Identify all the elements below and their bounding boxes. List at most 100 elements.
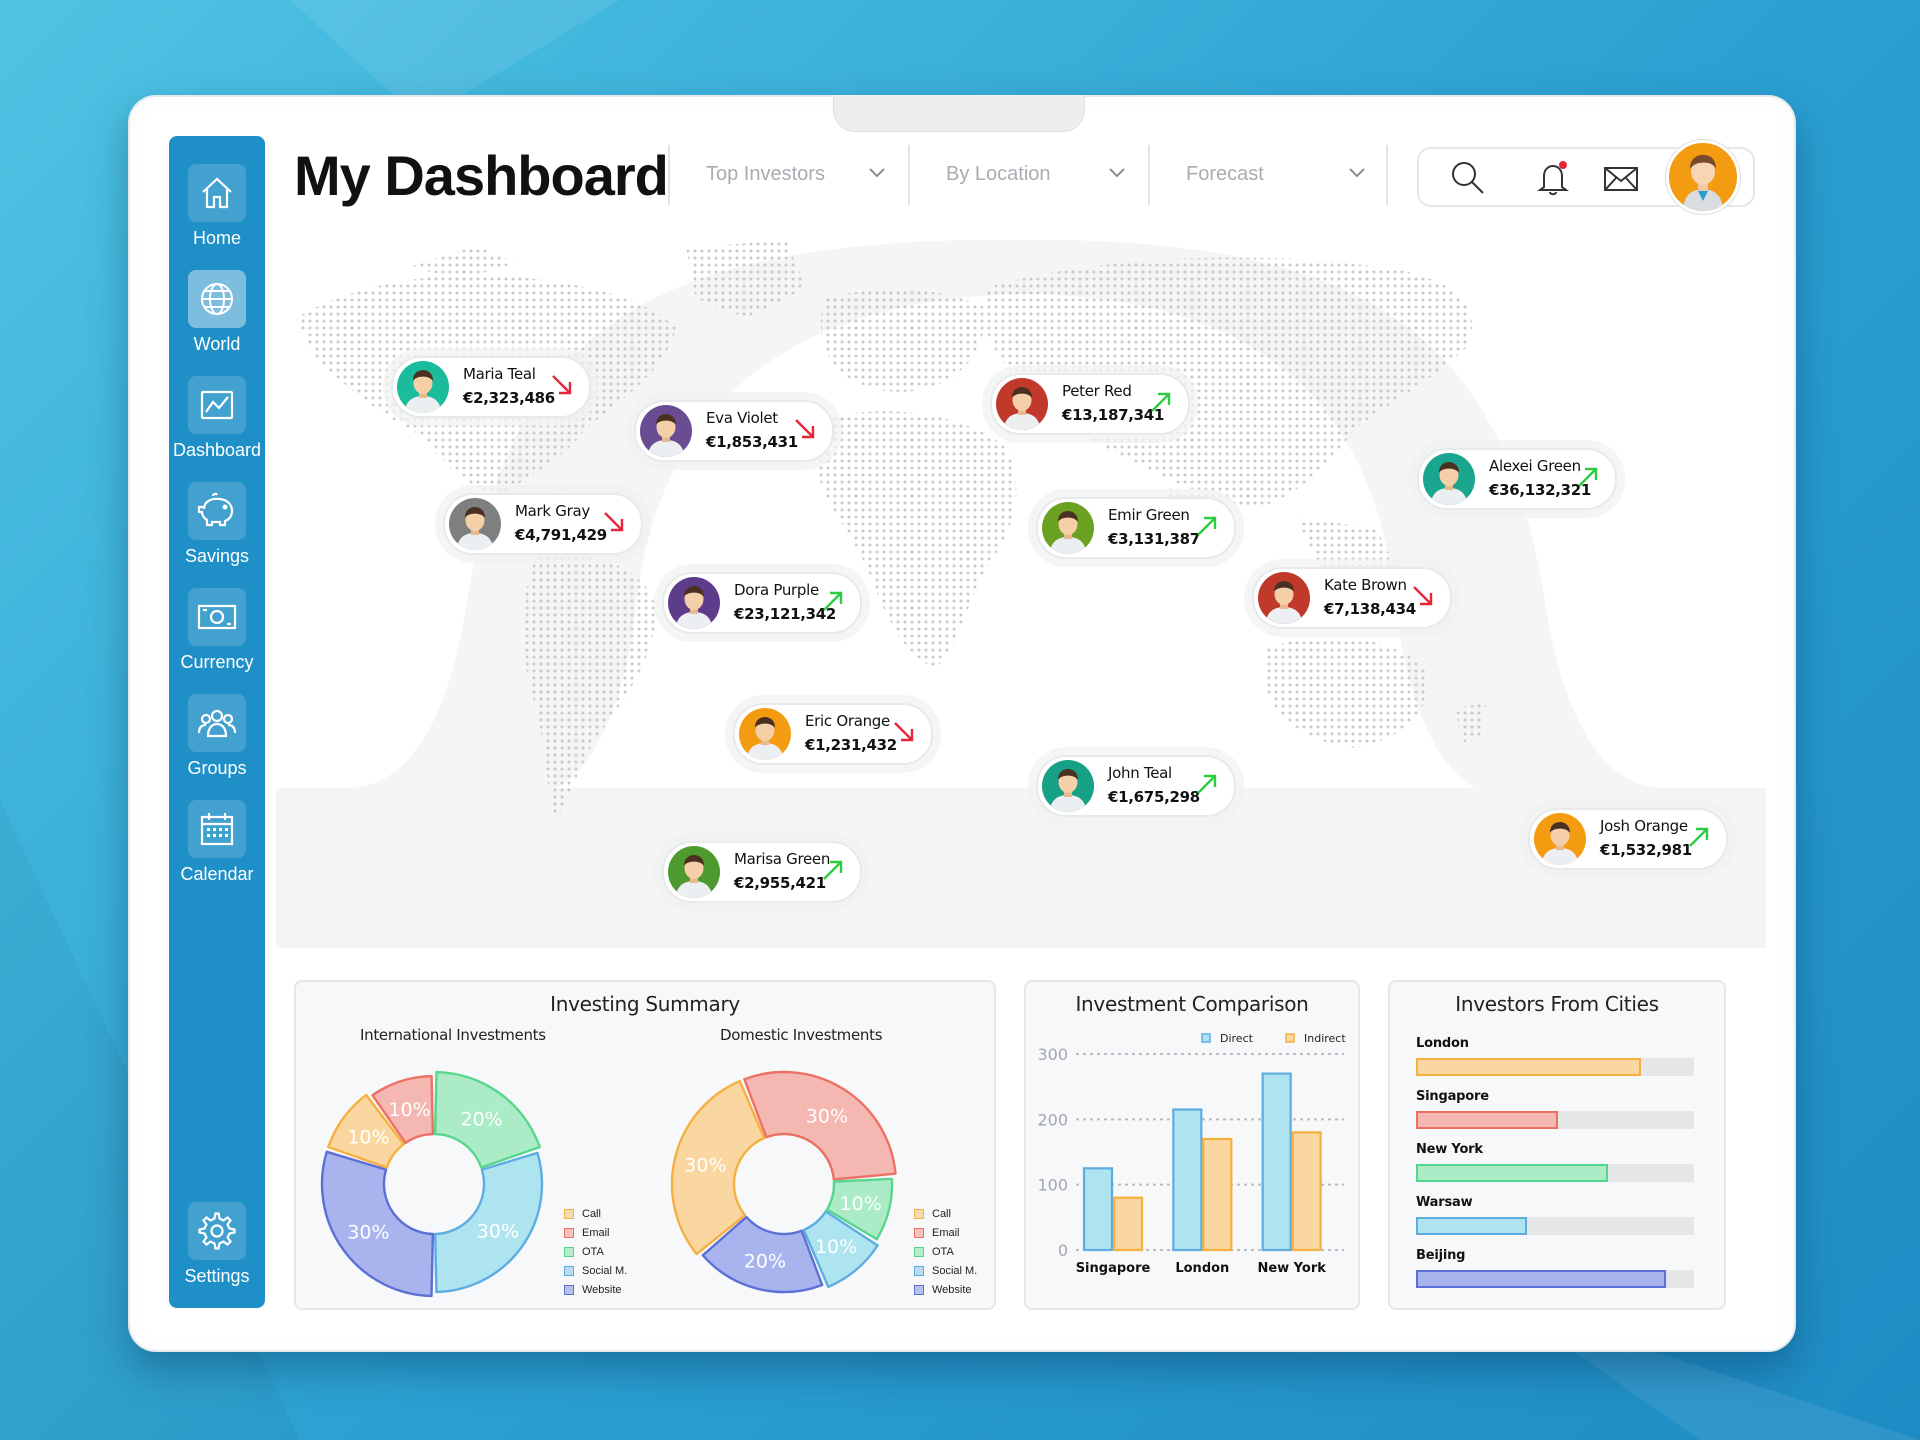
investor-avatar xyxy=(1423,453,1475,505)
nav-home[interactable]: Home xyxy=(169,164,265,249)
city-bar-fill xyxy=(1416,1111,1558,1129)
investor-card[interactable]: Kate Brown €7,138,434 xyxy=(1252,567,1452,629)
sidebar: Home World Dashboard Savings Currency Gr… xyxy=(169,136,265,1308)
nav-world-label: World xyxy=(193,334,241,354)
filter-by-location[interactable]: By Location xyxy=(908,145,1150,205)
investor-avatar xyxy=(1042,760,1094,812)
investor-avatar xyxy=(1534,813,1586,865)
bar-indirect xyxy=(1112,1196,1144,1252)
x-tick-label: London xyxy=(1175,1261,1229,1276)
investor-card[interactable]: Maria Teal €2,323,486 xyxy=(391,356,591,418)
nav-groups-label: Groups xyxy=(187,758,247,778)
globe-icon xyxy=(188,270,246,328)
gear-icon xyxy=(188,1202,246,1260)
investment-comparison-chart: 300 200 100 0 Direct Indirect Singapore London N… xyxy=(1037,1032,1346,1276)
nav-dashboard[interactable]: Dashboard xyxy=(169,376,265,461)
investor-card[interactable]: Emir Green €3,131,387 xyxy=(1036,497,1236,559)
investor-card[interactable]: Josh Orange €1,532,981 xyxy=(1528,808,1728,870)
nav-savings[interactable]: Savings xyxy=(169,482,265,567)
investor-amount: €3,131,387 xyxy=(1108,530,1200,548)
search-icon[interactable] xyxy=(1449,159,1487,197)
legend-item: Website xyxy=(564,1284,622,1296)
investor-amount: €1,532,981 xyxy=(1600,841,1692,859)
donut-slice-label: 20% xyxy=(460,1108,502,1130)
trend-up-icon xyxy=(1194,513,1220,544)
city-label: London xyxy=(1416,1036,1469,1051)
home-icon xyxy=(188,164,246,222)
bar-indirect xyxy=(1202,1137,1233,1252)
city-bar-fill xyxy=(1416,1217,1528,1235)
legend-item: Website xyxy=(914,1284,972,1296)
mail-icon[interactable] xyxy=(1601,159,1641,197)
investor-name: Eric Orange xyxy=(805,712,890,730)
filter-top-investors[interactable]: Top Investors xyxy=(668,145,910,205)
nav-currency[interactable]: Currency xyxy=(169,588,265,673)
legend-item: OTA xyxy=(564,1246,604,1258)
filter-forecast[interactable]: Forecast xyxy=(1148,145,1390,205)
trend-up-icon xyxy=(820,588,846,619)
investor-name: Marisa Green xyxy=(734,850,831,868)
legend-label: Social M. xyxy=(582,1265,628,1277)
investor-name: John Teal xyxy=(1108,764,1172,782)
legend-swatch xyxy=(914,1209,924,1220)
investor-card[interactable]: Eric Orange €1,231,432 xyxy=(733,703,933,765)
investor-card[interactable]: Eva Violet €1,853,431 xyxy=(634,400,834,462)
legend-swatch xyxy=(564,1247,574,1258)
trend-up-icon xyxy=(1686,824,1712,855)
investor-avatar xyxy=(668,846,720,898)
legend-label: Website xyxy=(582,1284,622,1296)
trend-up-icon xyxy=(820,857,846,888)
legend-swatch xyxy=(564,1209,574,1220)
nav-settings-label: Settings xyxy=(184,1266,250,1286)
city-bar-track xyxy=(1416,1164,1694,1182)
donut-slice-label: 30% xyxy=(684,1154,726,1176)
legend-swatch xyxy=(564,1285,574,1296)
investor-card[interactable]: Marisa Green €2,955,421 xyxy=(662,841,862,903)
donut-slice-label: 30% xyxy=(477,1220,519,1242)
user-portrait-icon xyxy=(1683,154,1723,211)
investor-name: Dora Purple xyxy=(734,581,819,599)
city-bar-track xyxy=(1416,1270,1694,1288)
investor-card[interactable]: Peter Red €13,187,341 xyxy=(990,373,1190,435)
investor-name: Maria Teal xyxy=(463,365,536,383)
investor-card[interactable]: John Teal €1,675,298 xyxy=(1036,755,1236,817)
donut-slice-label: 10% xyxy=(815,1236,857,1258)
investor-avatar xyxy=(1042,502,1094,554)
city-label: New York xyxy=(1416,1142,1483,1157)
nav-calendar[interactable]: Calendar xyxy=(169,800,265,885)
nav-settings[interactable]: Settings xyxy=(169,1202,265,1287)
bar-direct xyxy=(1082,1167,1114,1252)
trend-down-icon xyxy=(601,509,627,540)
investment-comparison-panel: Investment Comparison 300 200 100 0 Direct In… xyxy=(1024,980,1360,1310)
investor-avatar xyxy=(640,405,692,457)
calendar-icon xyxy=(188,800,246,858)
city-bar-track xyxy=(1416,1058,1694,1076)
investor-amount: €1,853,431 xyxy=(706,433,798,451)
international-investments-title: International Investments xyxy=(360,1026,546,1044)
legend-swatch xyxy=(564,1266,574,1277)
investor-amount: €4,791,429 xyxy=(515,526,607,544)
legend-swatch xyxy=(914,1228,924,1239)
investor-name: Eva Violet xyxy=(706,409,778,427)
nav-world[interactable]: World xyxy=(169,270,265,355)
filter-by-location-label: By Location xyxy=(946,163,1051,185)
nav-groups[interactable]: Groups xyxy=(169,694,265,779)
legend-item: Email xyxy=(564,1227,610,1239)
piggy-bank-icon xyxy=(188,482,246,540)
y-tick-label: 300 xyxy=(1037,1045,1068,1064)
investor-avatar xyxy=(739,708,791,760)
donut-slice-label: 20% xyxy=(744,1251,786,1273)
legend-item: Call xyxy=(564,1208,601,1220)
investor-card[interactable]: Alexei Green €36,132,321 xyxy=(1417,448,1617,510)
user-avatar[interactable] xyxy=(1666,140,1740,214)
investor-card[interactable]: Dora Purple €23,121,342 xyxy=(662,572,862,634)
city-label: Beijing xyxy=(1416,1248,1466,1263)
banknote-icon xyxy=(188,588,246,646)
investor-avatar xyxy=(1258,572,1310,624)
investor-name: Kate Brown xyxy=(1324,576,1407,594)
city-label: Singapore xyxy=(1416,1089,1489,1104)
legend-label: Direct xyxy=(1220,1032,1254,1045)
investor-card[interactable]: Mark Gray €4,791,429 xyxy=(443,493,643,555)
bell-icon[interactable] xyxy=(1535,159,1573,197)
donut-slice-label: 10% xyxy=(840,1193,882,1215)
